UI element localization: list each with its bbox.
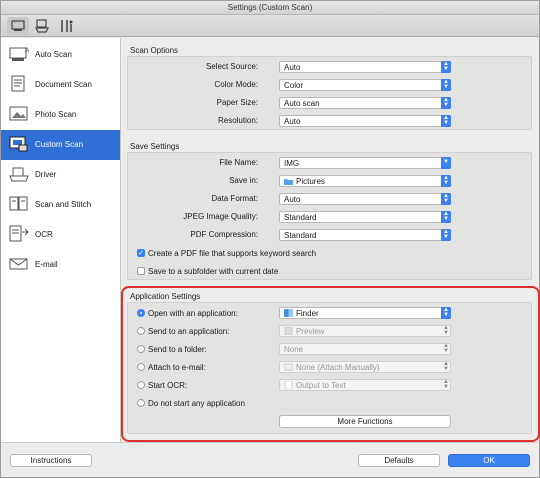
pdf-compression-label: PDF Compression:: [190, 230, 258, 239]
data-format-dropdown[interactable]: Auto ▲ ▼: [279, 193, 451, 205]
select-source-label: Select Source:: [205, 62, 258, 71]
paper-size-dropdown[interactable]: Auto scan ▲ ▼: [279, 97, 451, 109]
paper-size-label: Paper Size:: [216, 98, 258, 107]
select-source-dropdown[interactable]: Auto ▲ ▼: [279, 61, 451, 73]
save-in-label: Save in:: [229, 176, 258, 185]
sidebar-item-label: Document Scan: [35, 80, 92, 89]
chevron-updown-icon: ▲ ▼: [441, 229, 451, 241]
sidebar-item-custom-scan[interactable]: Custom Scan: [1, 130, 120, 160]
save-subfolder-label: Save to a subfolder with current date: [148, 267, 279, 276]
footer-bar: Instructions Defaults OK: [1, 442, 539, 477]
chevron-updown-icon: ▲ ▼: [441, 193, 451, 205]
chevron-updown-icon: ▲ ▼: [441, 211, 451, 223]
scan-options-panel: Select Source: Auto ▲ ▼ Color Mode: Color ▲…: [127, 56, 532, 130]
chevron-updown-icon: ▲ ▼: [441, 175, 451, 187]
sidebar-item-label: OCR: [35, 230, 53, 239]
jpeg-quality-label: JPEG Image Quality:: [183, 212, 258, 221]
file-name-combobox[interactable]: IMG ▼: [279, 157, 451, 169]
sidebar-item-label: Custom Scan: [35, 140, 84, 149]
sidebar-item-scan-and-stitch[interactable]: Scan and Stitch: [1, 190, 120, 220]
scan-stitch-icon: [7, 194, 31, 214]
save-settings-panel: File Name: IMG ▼ Save in: Pictures ▲ ▼ Data…: [127, 152, 532, 280]
settings-window: Settings (Custom Scan) A Auto Scan Docum…: [0, 0, 540, 478]
chevron-updown-icon: ▲ ▼: [441, 97, 451, 109]
defaults-button[interactable]: Defaults: [358, 454, 440, 467]
save-settings-title: Save Settings: [130, 142, 180, 151]
jpeg-quality-dropdown[interactable]: Standard ▲ ▼: [279, 211, 451, 223]
sidebar-item-auto-scan[interactable]: A Auto Scan: [1, 40, 120, 70]
sidebar-item-label: E-mail: [35, 260, 58, 269]
toolbar: [1, 15, 539, 37]
sidebar-item-email[interactable]: E-mail: [1, 250, 120, 280]
resolution-dropdown[interactable]: Auto ▲ ▼: [279, 115, 451, 127]
resolution-label: Resolution:: [217, 116, 258, 125]
sidebar-item-label: Driver: [35, 170, 57, 179]
create-pdf-label: Create a PDF file that supports keyword …: [148, 249, 317, 258]
sidebar-item-ocr[interactable]: OCR: [1, 220, 120, 250]
svg-text:A: A: [25, 48, 29, 54]
create-pdf-checkbox[interactable]: ✓: [137, 249, 145, 257]
sidebar-item-photo-scan[interactable]: Photo Scan: [1, 100, 120, 130]
chevron-updown-icon: ▲ ▼: [441, 115, 451, 127]
scanner-pc-icon[interactable]: [31, 17, 53, 35]
color-mode-dropdown[interactable]: Color ▲ ▼: [279, 79, 451, 91]
sidebar-item-label: Photo Scan: [35, 110, 77, 119]
sidebar-item-label: Scan and Stitch: [35, 200, 92, 209]
ocr-icon: [7, 224, 31, 244]
photo-scan-icon: [7, 104, 31, 124]
sidebar-item-driver[interactable]: Driver: [1, 160, 120, 190]
chevron-updown-icon: ▲ ▼: [441, 79, 451, 91]
chevron-down-icon: ▼: [441, 157, 451, 169]
sidebar-item-document-scan[interactable]: Document Scan: [1, 70, 120, 100]
instructions-button[interactable]: Instructions: [10, 454, 92, 467]
document-scan-icon: [7, 74, 31, 94]
file-name-label: File Name:: [219, 158, 258, 167]
save-in-dropdown[interactable]: Pictures ▲ ▼: [279, 175, 451, 187]
color-mode-label: Color Mode:: [214, 80, 258, 89]
sidebar: A Auto Scan Document Scan Photo Scan Cus…: [1, 38, 121, 442]
scan-options-title: Scan Options: [130, 46, 179, 55]
auto-scan-icon: A: [7, 44, 31, 64]
highlight-frame: [121, 286, 540, 442]
folder-icon: [284, 177, 293, 185]
tools-icon[interactable]: [55, 17, 77, 35]
email-icon: [7, 254, 31, 274]
chevron-updown-icon: ▲ ▼: [441, 61, 451, 73]
data-format-label: Data Format:: [211, 194, 258, 203]
custom-scan-icon: [7, 134, 31, 154]
window-title: Settings (Custom Scan): [1, 1, 539, 15]
driver-icon: [7, 164, 31, 184]
ok-button[interactable]: OK: [448, 454, 530, 467]
pdf-compression-dropdown[interactable]: Standard ▲ ▼: [279, 229, 451, 241]
scan-settings-icon[interactable]: [7, 17, 29, 35]
sidebar-item-label: Auto Scan: [35, 50, 72, 59]
save-subfolder-checkbox[interactable]: [137, 267, 145, 275]
